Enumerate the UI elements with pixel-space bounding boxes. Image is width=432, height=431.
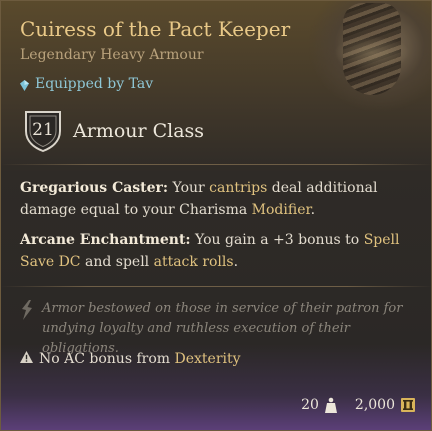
warning-triangle-icon xyxy=(20,351,33,367)
property-text-2: and spell xyxy=(80,254,154,270)
property-gregarious-caster: Gregarious Caster: Your cantrips deal ad… xyxy=(20,177,415,221)
flavor-block: Armor bestowed on those in service of th… xyxy=(20,299,420,359)
item-artwork xyxy=(309,1,431,111)
property-text-1: You gain a +3 bonus to xyxy=(190,232,364,248)
lightning-icon xyxy=(20,300,34,320)
weight-value: 20 xyxy=(301,397,319,413)
gem-icon xyxy=(20,79,29,91)
item-name: Cuiress of the Pact Keeper xyxy=(20,17,291,41)
property-text-3: . xyxy=(310,202,316,218)
weight-icon xyxy=(324,397,337,413)
item-tooltip: Cuiress of the Pact Keeper Legendary Hea… xyxy=(0,0,432,431)
armour-class-row: 21 Armour Class xyxy=(22,109,204,153)
armour-class-value: 21 xyxy=(32,120,54,140)
shield-icon: 21 xyxy=(22,109,64,153)
divider xyxy=(1,286,431,287)
keyword-dexterity[interactable]: Dexterity xyxy=(175,351,241,367)
property-text-1: Your xyxy=(168,180,210,196)
equipped-label: Equipped by Tav xyxy=(35,76,154,92)
equipped-status: Equipped by Tav xyxy=(20,76,153,92)
property-text-3: . xyxy=(233,254,239,270)
keyword-attack-rolls[interactable]: attack rolls xyxy=(154,254,234,270)
property-name: Gregarious Caster: xyxy=(20,180,169,196)
flavor-text: Armor bestowed on those in service of th… xyxy=(42,301,403,356)
armour-class-label: Armour Class xyxy=(73,120,205,142)
keyword-modifier[interactable]: Modifier xyxy=(252,202,311,218)
gold-value: 2,000 xyxy=(354,397,395,413)
item-footer: 20 2,000 xyxy=(301,397,415,413)
property-arcane-enchantment: Arcane Enchantment: You gain a +3 bonus … xyxy=(20,229,415,273)
item-rarity-type: Legendary Heavy Armour xyxy=(20,47,204,63)
dexterity-warning: No AC bonus from Dexterity xyxy=(20,351,241,367)
warning-text: No AC bonus from xyxy=(39,351,175,367)
keyword-cantrips[interactable]: cantrips xyxy=(209,180,267,196)
property-name: Arcane Enchantment: xyxy=(20,232,191,248)
divider xyxy=(1,164,431,165)
gold-coin-icon xyxy=(401,398,415,412)
